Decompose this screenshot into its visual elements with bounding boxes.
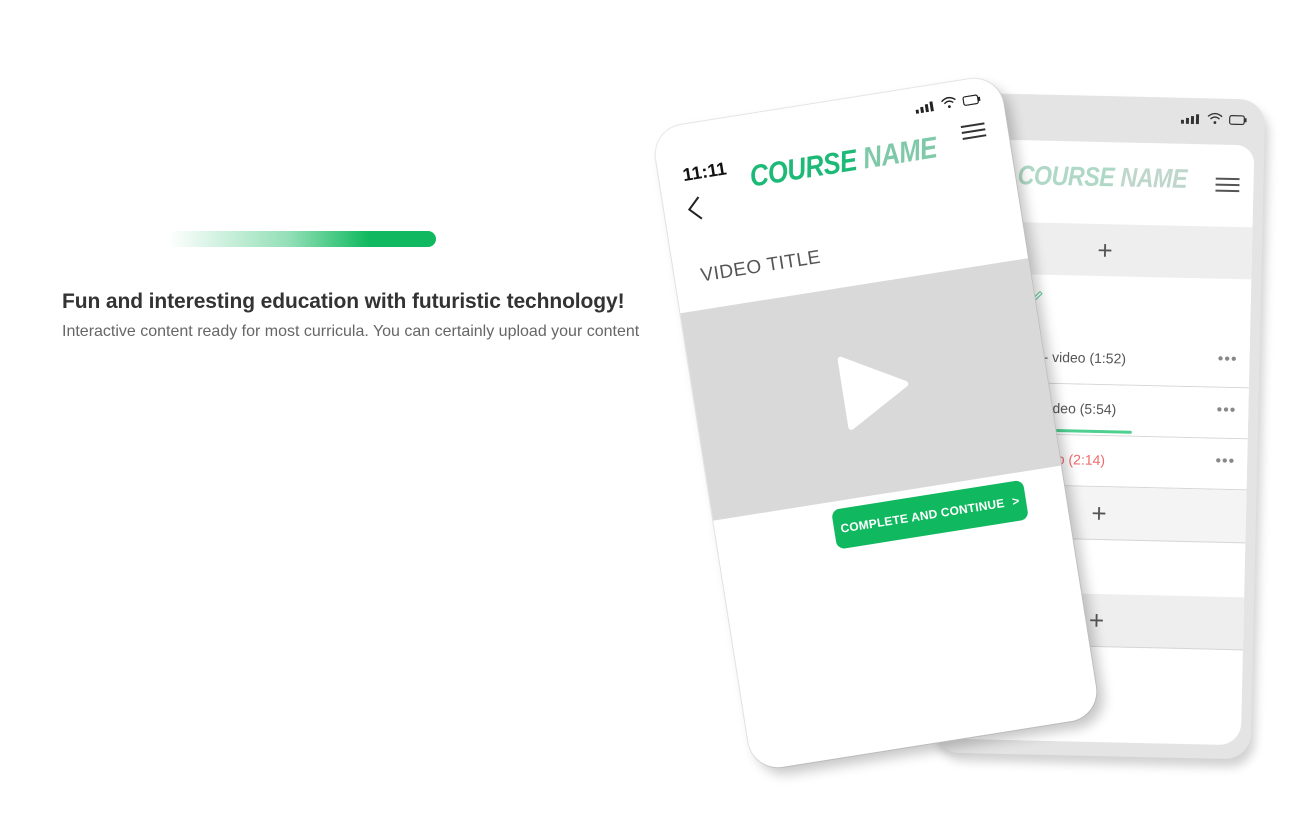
plus-icon: + xyxy=(1091,497,1107,528)
back-status-bar xyxy=(1180,112,1247,126)
battery-icon xyxy=(962,94,981,106)
accent-bar xyxy=(168,231,436,247)
battery-icon xyxy=(1229,115,1247,126)
video-player[interactable] xyxy=(651,250,1101,527)
course-name: COURSE NAME xyxy=(747,131,939,194)
course-name-part2: NAME xyxy=(860,131,940,176)
lesson-label: - video (1:52) xyxy=(1043,348,1127,367)
hero-subtitle: Interactive content ready for most curri… xyxy=(62,323,640,340)
course-name-part1: COURSE xyxy=(747,142,866,194)
back-course-name-part2: NAME xyxy=(1120,162,1188,194)
plus-icon: + xyxy=(1097,234,1113,265)
status-time: 11:11 xyxy=(681,158,728,186)
wifi-icon xyxy=(941,96,956,109)
cta-label: COMPLETE AND CONTINUE xyxy=(839,495,1006,536)
chevron-right-icon: > xyxy=(1011,493,1021,509)
back-arrow-icon[interactable] xyxy=(684,195,704,223)
hero-title: Fun and interesting education with futur… xyxy=(62,290,625,313)
front-status-bar xyxy=(914,92,981,114)
signal-icon xyxy=(1180,114,1200,125)
menu-icon[interactable] xyxy=(1215,177,1240,194)
more-icon[interactable]: ••• xyxy=(1215,453,1235,471)
more-icon[interactable]: ••• xyxy=(1218,351,1238,369)
wifi-icon xyxy=(1207,112,1223,124)
video-title: VIDEO TITLE xyxy=(699,246,823,287)
back-course-name-part1: COURSE xyxy=(1017,160,1121,193)
back-course-name: COURSE NAME xyxy=(1017,160,1187,195)
lesson-label: video (5:54) xyxy=(1042,399,1117,418)
signal-icon xyxy=(915,101,934,114)
plus-icon: + xyxy=(1088,604,1105,635)
more-icon[interactable]: ••• xyxy=(1216,402,1236,420)
play-icon[interactable] xyxy=(832,345,917,432)
menu-icon[interactable] xyxy=(960,121,987,141)
